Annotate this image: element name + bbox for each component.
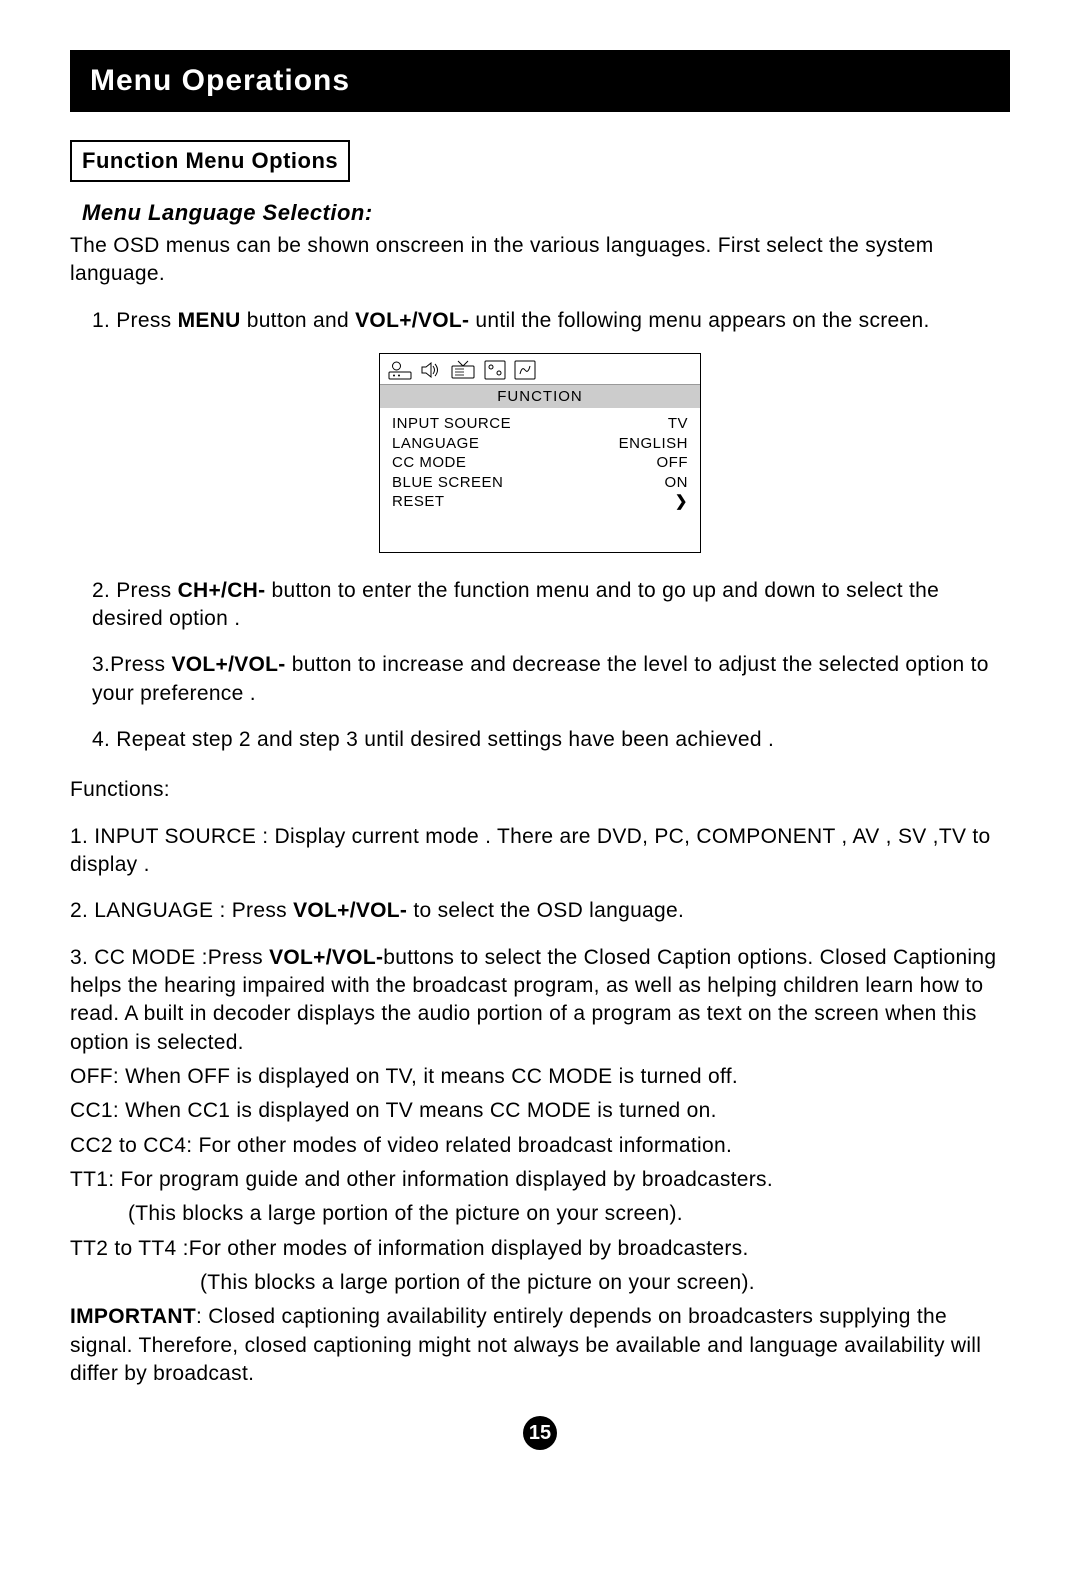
cc-cc2-cc4: CC2 to CC4: For other modes of video rel…: [70, 1132, 1010, 1160]
step1-bold1: MENU: [178, 309, 241, 332]
important-note: IMPORTANT: Closed captioning availabilit…: [70, 1303, 1010, 1388]
cc-tt1-note: (This blocks a large portion of the pict…: [128, 1200, 1010, 1228]
osd-row-value: OFF: [657, 453, 689, 473]
osd-row-label: CC MODE: [392, 453, 466, 473]
fn2-bold: VOL+/VOL-: [293, 899, 407, 922]
osd-row-label: RESET: [392, 492, 445, 512]
cc-tt1: TT1: For program guide and other informa…: [70, 1166, 1010, 1194]
osd-row-reset: RESET ❯: [392, 492, 688, 512]
step1-post: until the following menu appears on the …: [469, 309, 929, 332]
sub-heading: Menu Language Selection:: [82, 200, 1010, 226]
function-icon: [514, 360, 536, 380]
fn3-bold: VOL+/VOL-: [269, 946, 383, 969]
fn2-pre: 2. LANGUAGE : Press: [70, 899, 293, 922]
step-1: 1. Press MENU button and VOL+/VOL- until…: [92, 307, 1010, 335]
step2-pre: 2. Press: [92, 579, 178, 602]
osd-row-blue-screen: BLUE SCREEN ON: [392, 473, 688, 493]
step3-bold: VOL+/VOL-: [171, 653, 285, 676]
osd-row-language: LANGUAGE ENGLISH: [392, 434, 688, 454]
important-text: : Closed captioning availability entirel…: [70, 1305, 981, 1385]
step1-pre: 1. Press: [92, 309, 178, 332]
fn-2: 2. LANGUAGE : Press VOL+/VOL- to select …: [70, 897, 1010, 925]
section-label: Function Menu Options: [70, 140, 350, 182]
sound-icon: [420, 360, 442, 380]
page-title: Menu Operations: [70, 50, 1010, 112]
fn-1: 1. INPUT SOURCE : Display current mode .…: [70, 823, 1010, 880]
osd-row-value: ON: [665, 473, 689, 493]
osd-row-input-source: INPUT SOURCE TV: [392, 414, 688, 434]
osd-menu-panel: FUNCTION INPUT SOURCE TV LANGUAGE ENGLIS…: [379, 353, 701, 553]
osd-menu-icon-row: [380, 354, 700, 384]
step1-bold2: VOL+/VOL-: [355, 309, 469, 332]
step-4: 4. Repeat step 2 and step 3 until desire…: [92, 726, 1010, 754]
osd-row-label: BLUE SCREEN: [392, 473, 503, 493]
osd-row-value: TV: [668, 414, 688, 434]
osd-row-value: ENGLISH: [619, 434, 688, 454]
chevron-right-icon: ❯: [675, 492, 688, 512]
functions-label: Functions:: [70, 776, 1010, 804]
fn-3: 3. CC MODE :Press VOL+/VOL-buttons to se…: [70, 944, 1010, 1057]
step2-bold: CH+/CH-: [178, 579, 266, 602]
osd-row-cc-mode: CC MODE OFF: [392, 453, 688, 473]
fn2-post: to select the OSD language.: [407, 899, 684, 922]
fn3-pre: 3. CC MODE :Press: [70, 946, 269, 969]
cc-off: OFF: When OFF is displayed on TV, it mea…: [70, 1063, 1010, 1091]
osd-menu-rows: INPUT SOURCE TV LANGUAGE ENGLISH CC MODE…: [380, 408, 700, 552]
cc-tt2-tt4: TT2 to TT4 :For other modes of informati…: [70, 1235, 1010, 1263]
channel-icon: [484, 360, 506, 380]
cc-cc1: CC1: When CC1 is displayed on TV means C…: [70, 1097, 1010, 1125]
page-number-badge: 15: [523, 1416, 557, 1450]
step-2: 2. Press CH+/CH- button to enter the fun…: [92, 577, 1010, 634]
step3-pre: 3.Press: [92, 653, 171, 676]
cc-tt2-note: (This blocks a large portion of the pict…: [200, 1269, 1010, 1297]
picture-icon: [388, 360, 412, 380]
step1-mid1: button and: [241, 309, 356, 332]
important-label: IMPORTANT: [70, 1305, 196, 1328]
osd-row-label: LANGUAGE: [392, 434, 479, 454]
step-3: 3.Press VOL+/VOL- button to increase and…: [92, 651, 1010, 708]
osd-row-label: INPUT SOURCE: [392, 414, 511, 434]
tv-icon: [450, 360, 476, 380]
intro-text: The OSD menus can be shown onscreen in t…: [70, 232, 1010, 289]
osd-menu-header: FUNCTION: [380, 384, 700, 408]
